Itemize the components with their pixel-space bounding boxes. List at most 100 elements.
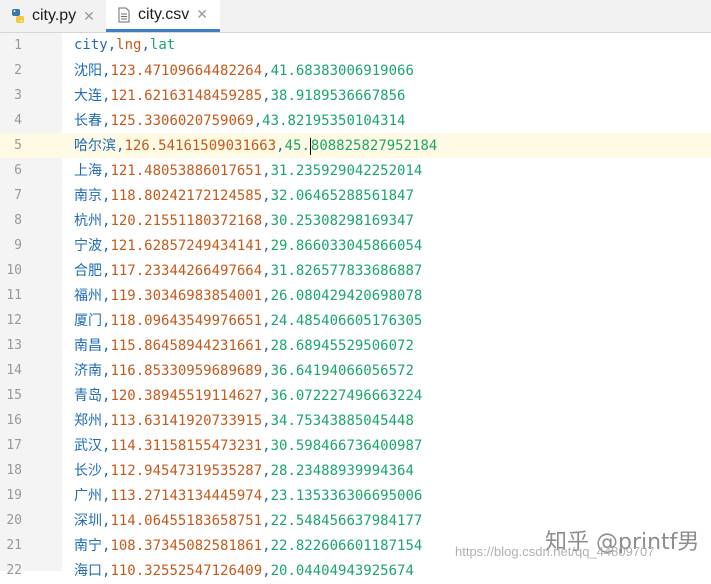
cell-city: 长沙 [74,462,102,478]
editor-line[interactable]: 12 厦门,118.09643549976651,24.4854066051763… [0,308,711,333]
python-file-icon [10,8,26,24]
editor-line[interactable]: 7 南京,118.80242172124585,32.06465288561847 [0,183,711,208]
comma: , [262,313,271,329]
comma: , [253,113,263,129]
cell-lat: 22.548456637984177 [270,513,423,529]
comma: , [262,263,271,279]
line-text: 南宁,108.37345082581861,22.822606601187154 [74,533,422,559]
cell-lat: 38.9189536667856 [270,88,406,104]
editor-line[interactable]: 2 沈阳,123.47109664482264,41.68383006919066 [0,58,711,83]
line-text: 福州,119.30346983854001,26.080429420698078 [74,283,422,309]
cell-city: 深圳 [74,512,102,528]
comma: , [262,463,271,479]
editor-line[interactable]: 11 福州,119.30346983854001,26.0804294206980… [0,283,711,308]
editor-line[interactable]: 18 长沙,112.94547319535287,28.2348893999436… [0,458,711,483]
cell-lng: 110.32552547126409 [110,563,263,579]
line-text: 广州,113.27143134445974,23.135336306695006 [74,483,422,509]
cell-lng: 108.37345082581861 [110,538,263,554]
editor-line[interactable]: 16 郑州,113.63141920733915,34.7534388504544… [0,408,711,433]
line-text: 大连,121.62163148459285,38.9189536667856 [74,83,405,109]
comma: , [262,363,271,379]
cell-city: 广州 [74,487,102,503]
cell-city: 南京 [74,187,102,203]
cell-lng: 114.31158155473231 [110,438,263,454]
cell-city: 厦门 [74,312,102,328]
watermark-url: https://blog.csdn.net/qq_44809707 [455,544,655,559]
editor-line[interactable]: 4 长春,125.3306020759069,43.82195350104314 [0,108,711,133]
line-text: 南京,118.80242172124585,32.06465288561847 [74,183,414,209]
editor-line[interactable]: 6 上海,121.48053886017651,31.23592904225201… [0,158,711,183]
close-icon[interactable]: ✕ [196,6,208,23]
comma: , [262,438,271,454]
tab-city-py[interactable]: city.py ✕ [0,0,104,32]
cell-lat: 36.072227496663224 [270,388,423,404]
cell-lng: 113.63141920733915 [110,413,263,429]
line-text: 杭州,120.21551180372168,30.25308298169347 [74,208,414,234]
cell-lat: 28.23488939994364 [270,463,414,479]
cell-lng: 120.38945519114627 [110,388,263,404]
cell-city: 上海 [74,162,102,178]
editor-line[interactable]: 15 青岛,120.38945519114627,36.0722274966632… [0,383,711,408]
cell-lng: 116.85330959689689 [110,363,263,379]
cell-lat: 41.68383006919066 [270,63,414,79]
editor-line[interactable]: 3 大连,121.62163148459285,38.9189536667856 [0,83,711,108]
line-text: 长沙,112.94547319535287,28.23488939994364 [74,458,414,484]
cell-lng: 121.62857249434141 [110,238,263,254]
comma: , [262,488,271,504]
line-number: 16 [6,413,22,428]
comma: , [262,288,271,304]
cell-lat: 24.485406605176305 [270,313,423,329]
cell-lat: 22.822606601187154 [270,538,423,554]
tab-city-csv[interactable]: city.csv ✕ [106,0,220,32]
comma: , [262,238,271,254]
header-lng: lng [116,37,142,53]
comma: , [107,37,117,53]
cell-lng: 115.86458944231661 [110,338,263,354]
line-text: 长春,125.3306020759069,43.82195350104314 [74,108,405,134]
cell-city: 杭州 [74,212,102,228]
editor-line[interactable]: 8 杭州,120.21551180372168,30.25308298169347 [0,208,711,233]
cell-city: 海口 [74,562,102,578]
cell-city: 武汉 [74,437,102,453]
cell-lat: 32.06465288561847 [270,188,414,204]
editor-line[interactable]: 9 宁波,121.62857249434141,29.86603304586605… [0,233,711,258]
text-cursor [309,137,311,155]
editor-line[interactable]: 14 济南,116.85330959689689,36.6419406605657… [0,358,711,383]
line-number: 1 [14,38,22,53]
line-number: 14 [6,363,22,378]
cell-city: 宁波 [74,237,102,253]
line-text: 上海,121.48053886017651,31.235929042252014 [74,158,422,184]
line-number: 5 [14,138,22,153]
comma: , [262,88,271,104]
cell-lat: 30.598466736400987 [270,438,423,454]
editor-line[interactable]: 10 合肥,117.23344266497664,31.8265778336868… [0,258,711,283]
comma: , [276,138,285,154]
line-text: 南昌,115.86458944231661,28.68945529506072 [74,333,414,359]
comma: , [262,513,271,529]
editor-line[interactable]: 19 广州,113.27143134445974,23.1353363066950… [0,483,711,508]
editor-line[interactable]: 1 city,lng,lat [0,33,711,58]
editor-line[interactable]: 5 哈尔滨,126.54161509031663,45.8088258279521… [0,133,711,158]
line-number: 9 [14,238,22,253]
line-number: 10 [6,263,22,278]
editor-line[interactable]: 13 南昌,115.86458944231661,28.6894552950607… [0,333,711,358]
line-text: 郑州,113.63141920733915,34.75343885045448 [74,408,414,434]
tab-label: city.csv [138,5,190,23]
cell-lat: 23.135336306695006 [270,488,423,504]
line-text: 武汉,114.31158155473231,30.598466736400987 [74,433,422,459]
line-text: 海口,110.32552547126409,20.04404943925674 [74,558,414,584]
editor-tab-bar: city.py ✕ city.csv ✕ [0,0,711,33]
cell-lng: 118.80242172124585 [110,188,263,204]
line-number: 17 [6,438,22,453]
close-icon[interactable]: ✕ [83,8,95,25]
editor-line[interactable]: 17 武汉,114.31158155473231,30.5984667364009… [0,433,711,458]
cell-city: 南昌 [74,337,102,353]
cell-lng: 118.09643549976651 [110,313,263,329]
comma: , [262,188,271,204]
comma: , [262,563,271,579]
cell-city: 大连 [74,87,102,103]
cell-lng: 112.94547319535287 [110,463,263,479]
tab-label: city.py [32,7,77,24]
line-text: city,lng,lat [74,33,175,58]
csv-editor[interactable]: 1 city,lng,lat 2 沈阳,123.47109664482264,41.6… [0,33,711,579]
